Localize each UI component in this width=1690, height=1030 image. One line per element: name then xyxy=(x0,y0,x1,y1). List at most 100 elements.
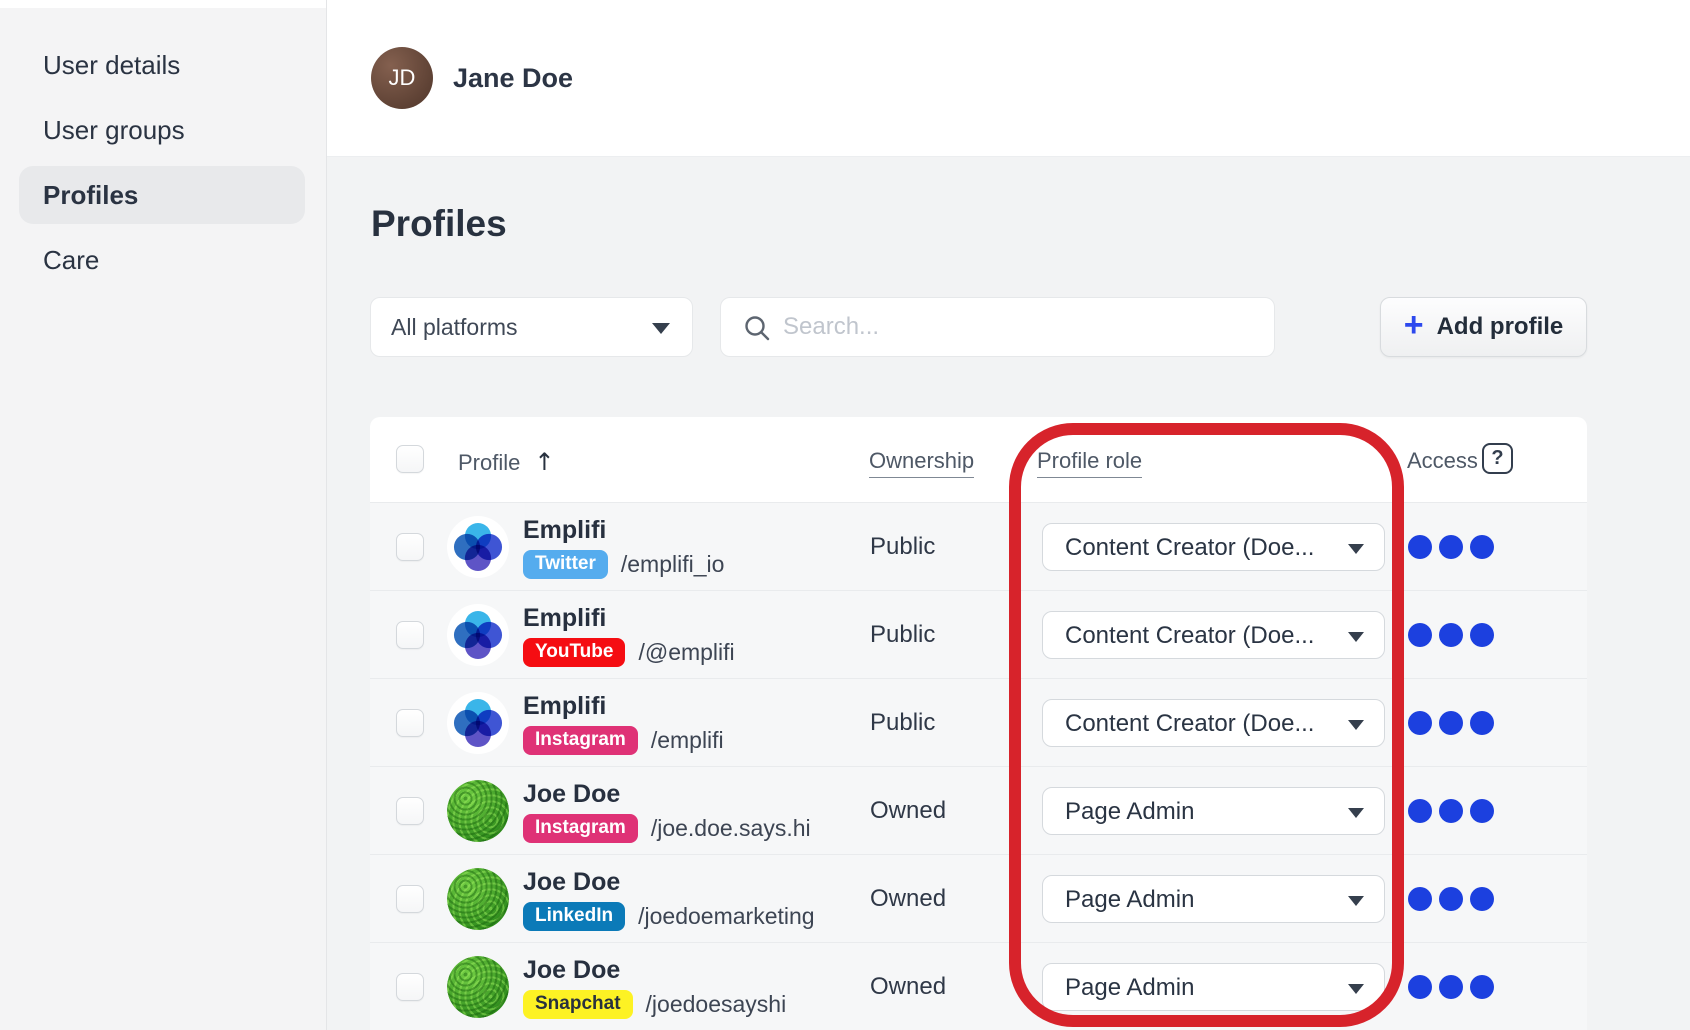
access-dot xyxy=(1470,711,1494,735)
green-avatar xyxy=(447,956,509,1018)
ownership-value: Owned xyxy=(870,797,946,825)
row-checkbox[interactable] xyxy=(396,533,424,561)
user-name: Jane Doe xyxy=(453,63,573,94)
row-checkbox[interactable] xyxy=(396,621,424,649)
sidebar-item-profiles[interactable]: Profiles xyxy=(43,180,138,211)
profile-name: Emplifi xyxy=(523,692,606,721)
sidebar-item-user-groups[interactable]: User groups xyxy=(43,115,185,146)
table-header-row: Profile↑ Ownership Profile role Access ? xyxy=(370,417,1587,502)
profile-avatar xyxy=(447,604,509,666)
profile-role-value: Content Creator (Doe... xyxy=(1065,710,1314,738)
network-badge: LinkedIn xyxy=(523,902,625,931)
chevron-down-icon xyxy=(1348,896,1364,906)
profile-avatar xyxy=(447,780,509,842)
access-dots xyxy=(1408,887,1494,911)
table-row: Joe Doe Instagram /joe.doe.says.hi Owned… xyxy=(370,766,1587,854)
access-dot xyxy=(1408,711,1432,735)
access-dot xyxy=(1470,887,1494,911)
table-row: Joe Doe Snapchat /joedoesayshi Owned Pag… xyxy=(370,942,1587,1030)
platform-filter-value: All platforms xyxy=(391,314,518,341)
ownership-value: Public xyxy=(870,709,935,737)
profile-role-dropdown[interactable]: Content Creator (Doe... xyxy=(1042,523,1385,571)
profile-role-value: Content Creator (Doe... xyxy=(1065,622,1314,650)
access-dot xyxy=(1439,799,1463,823)
row-checkbox[interactable] xyxy=(396,973,424,1001)
network-badge: Snapchat xyxy=(523,990,633,1019)
profile-handle: /joedoemarketing xyxy=(638,903,814,930)
profile-handle: /@emplifi xyxy=(638,639,734,666)
profile-role-value: Content Creator (Doe... xyxy=(1065,534,1314,562)
access-dot xyxy=(1470,799,1494,823)
row-checkbox[interactable] xyxy=(396,709,424,737)
access-dot xyxy=(1408,799,1432,823)
profiles-table: Profile↑ Ownership Profile role Access ?… xyxy=(370,417,1587,1030)
profile-handle: /joedoesayshi xyxy=(646,991,787,1018)
row-checkbox[interactable] xyxy=(396,797,424,825)
profile-role-value: Page Admin xyxy=(1065,798,1194,826)
access-dots xyxy=(1408,799,1494,823)
network-badge: Twitter xyxy=(523,550,608,579)
network-badge: YouTube xyxy=(523,638,625,667)
access-dots xyxy=(1408,623,1494,647)
chevron-down-icon xyxy=(1348,720,1364,730)
access-dot xyxy=(1470,623,1494,647)
chevron-down-icon xyxy=(1348,808,1364,818)
chevron-down-icon xyxy=(1348,632,1364,642)
access-dot xyxy=(1439,623,1463,647)
add-profile-button[interactable]: + Add profile xyxy=(1380,297,1587,357)
search-icon xyxy=(743,314,771,342)
ownership-value: Owned xyxy=(870,885,946,913)
profile-name: Joe Doe xyxy=(523,780,620,809)
profile-handle: /joe.doe.says.hi xyxy=(651,815,811,842)
platform-filter-select[interactable]: All platforms xyxy=(370,297,693,357)
profile-role-dropdown[interactable]: Page Admin xyxy=(1042,875,1385,923)
sidebar-item-user-details[interactable]: User details xyxy=(43,50,180,81)
column-header-ownership[interactable]: Ownership xyxy=(869,448,974,478)
profile-handle: /emplifi xyxy=(651,727,724,754)
select-all-checkbox[interactable] xyxy=(396,445,424,473)
page-title: Profiles xyxy=(371,203,507,245)
network-badge: Instagram xyxy=(523,726,638,755)
column-header-profile-role[interactable]: Profile role xyxy=(1037,448,1142,478)
search-input[interactable] xyxy=(783,298,1253,356)
chevron-down-icon xyxy=(652,323,670,334)
table-row: Joe Doe LinkedIn /joedoemarketing Owned … xyxy=(370,854,1587,942)
access-dot xyxy=(1408,623,1432,647)
profile-avatar xyxy=(447,516,509,578)
profile-role-dropdown[interactable]: Content Creator (Doe... xyxy=(1042,611,1385,659)
profile-avatar xyxy=(447,868,509,930)
access-dot xyxy=(1470,975,1494,999)
emplifi-logo-icon xyxy=(451,696,505,750)
profile-role-dropdown[interactable]: Page Admin xyxy=(1042,963,1385,1011)
ownership-value: Owned xyxy=(870,973,946,1001)
help-icon[interactable]: ? xyxy=(1482,443,1513,474)
access-dot xyxy=(1439,535,1463,559)
profile-role-value: Page Admin xyxy=(1065,886,1194,914)
profile-name: Joe Doe xyxy=(523,956,620,985)
plus-icon: + xyxy=(1404,306,1424,345)
row-checkbox[interactable] xyxy=(396,885,424,913)
profile-handle: /emplifi_io xyxy=(621,551,725,578)
profile-avatar xyxy=(447,956,509,1018)
avatar: JD xyxy=(371,47,433,109)
profile-role-dropdown[interactable]: Content Creator (Doe... xyxy=(1042,699,1385,747)
column-header-profile[interactable]: Profile↑ xyxy=(458,448,554,476)
access-dot xyxy=(1408,535,1432,559)
ownership-value: Public xyxy=(870,621,935,649)
sort-ascending-icon: ↑ xyxy=(534,448,554,476)
add-profile-label: Add profile xyxy=(1437,313,1564,341)
sidebar-item-care[interactable]: Care xyxy=(43,245,99,276)
access-dot xyxy=(1439,975,1463,999)
profile-role-value: Page Admin xyxy=(1065,974,1194,1002)
access-dot xyxy=(1439,887,1463,911)
search-box xyxy=(720,297,1275,357)
green-avatar xyxy=(447,868,509,930)
profile-role-dropdown[interactable]: Page Admin xyxy=(1042,787,1385,835)
table-row: Emplifi Instagram /emplifi Public Conten… xyxy=(370,678,1587,766)
table-row: Emplifi YouTube /@emplifi Public Content… xyxy=(370,590,1587,678)
emplifi-logo-icon xyxy=(451,520,505,574)
access-dot xyxy=(1408,887,1432,911)
profile-name: Emplifi xyxy=(523,516,606,545)
green-avatar xyxy=(447,780,509,842)
access-dot xyxy=(1408,975,1432,999)
